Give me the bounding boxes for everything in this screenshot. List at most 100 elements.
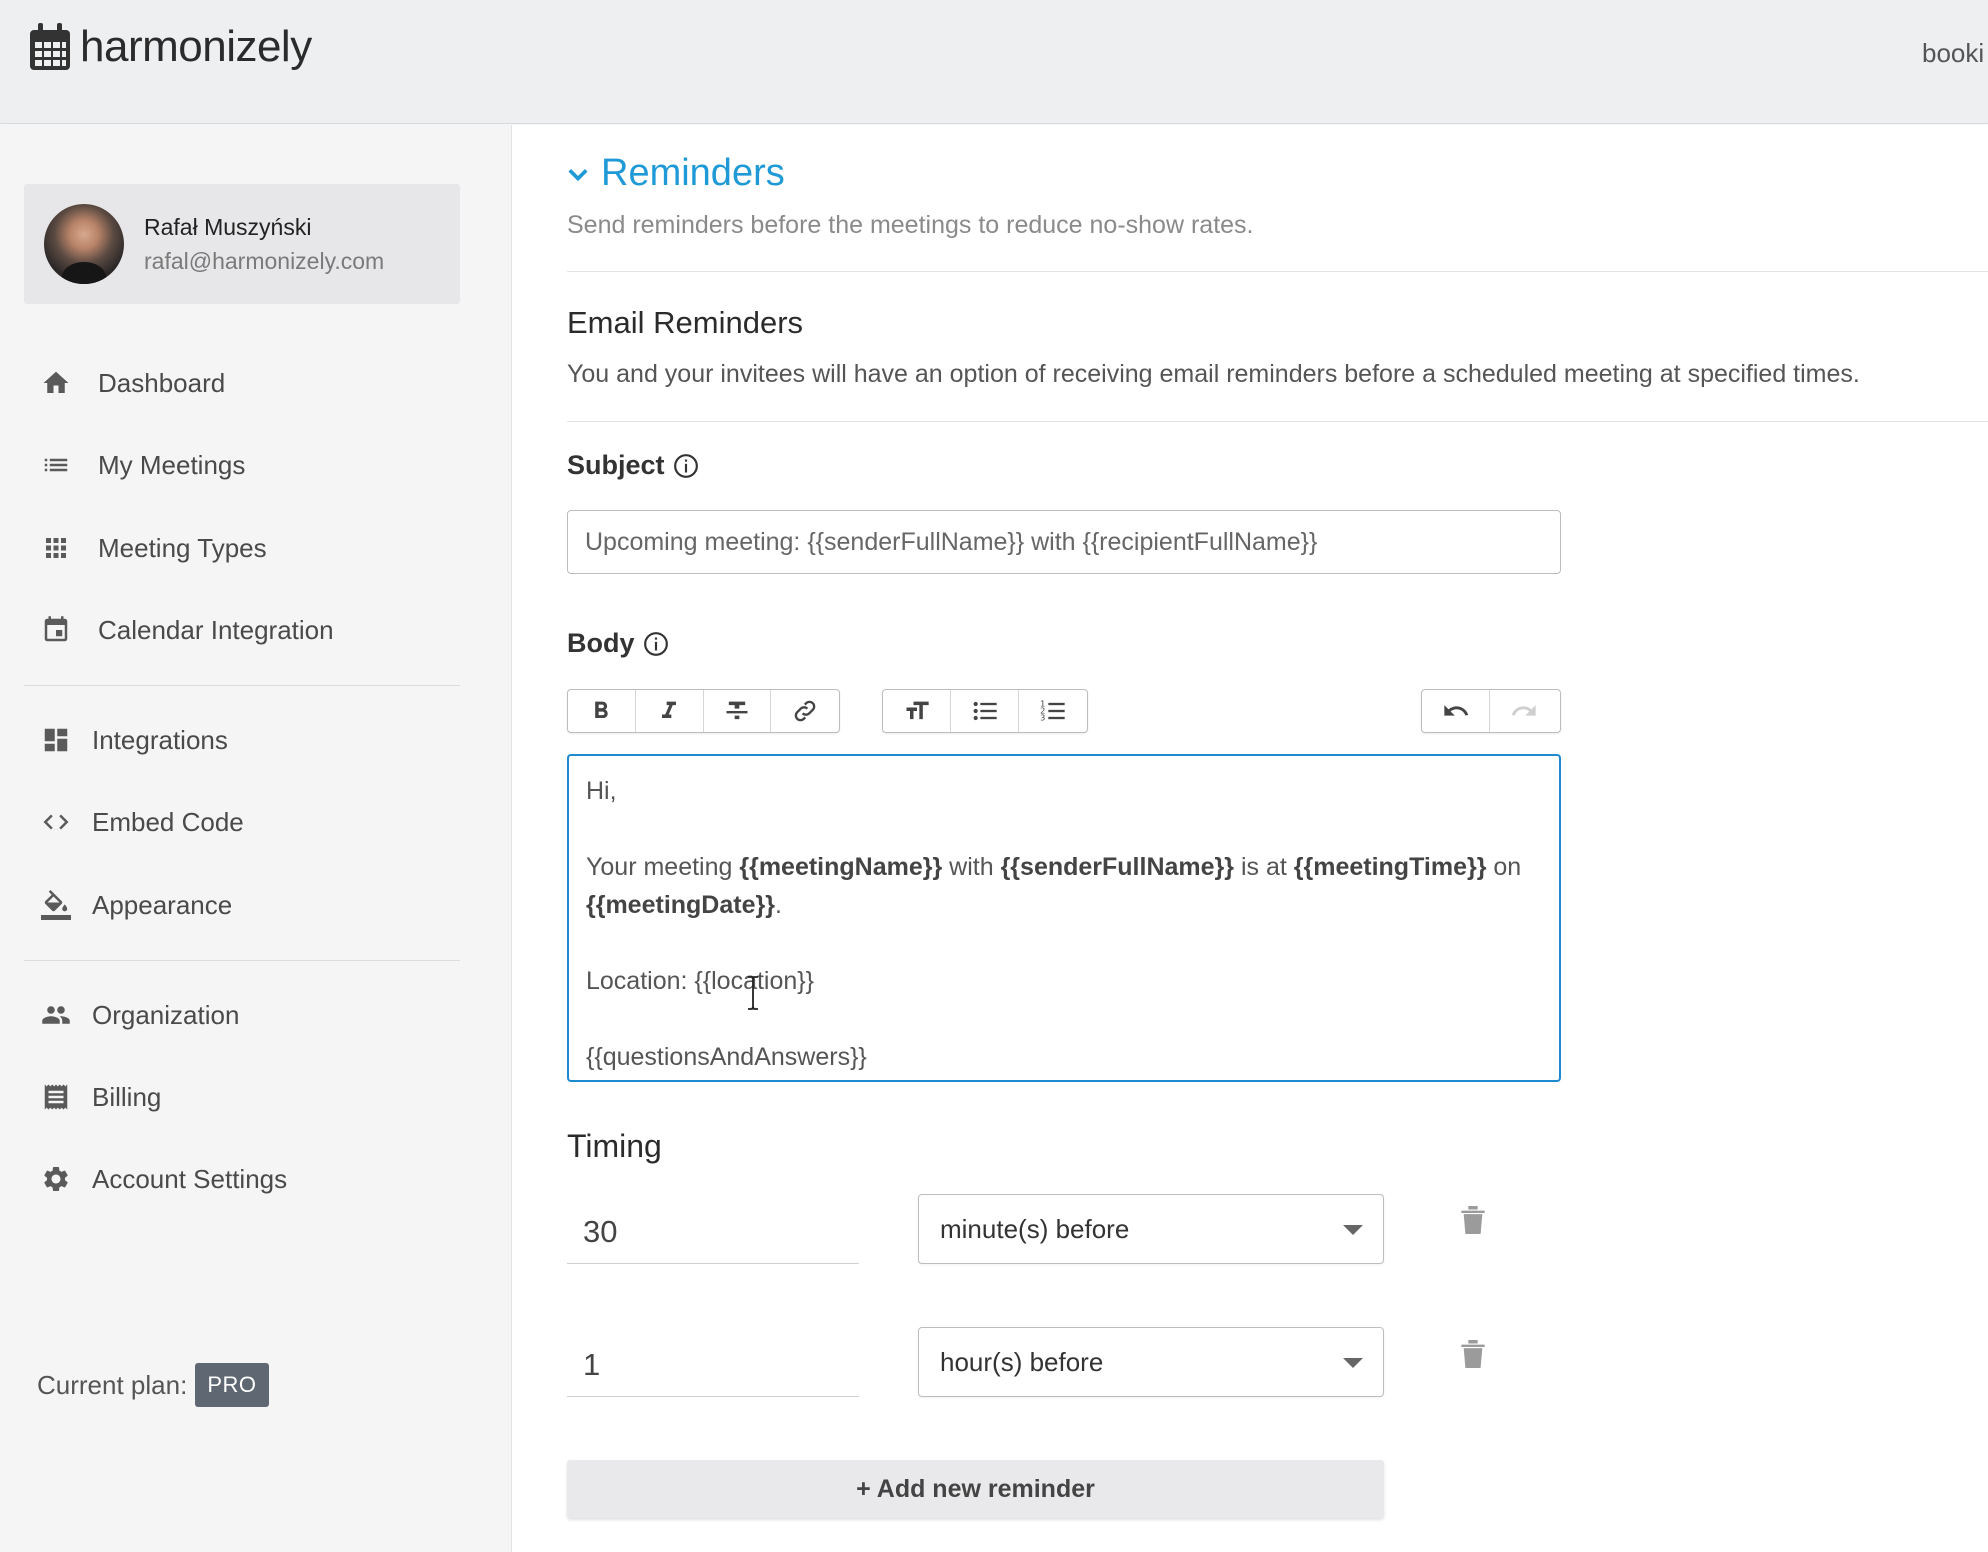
link-button[interactable] <box>771 690 839 732</box>
strikethrough-icon <box>726 701 748 720</box>
current-plan: Current plan: PRO <box>37 1363 269 1407</box>
sidebar-item-label: Account Settings <box>92 1163 288 1194</box>
profile-name: Rafał Muszyński <box>144 214 312 240</box>
sidebar-item-organization[interactable]: Organization <box>0 985 512 1045</box>
bold-button[interactable] <box>568 690 636 732</box>
subject-input[interactable]: Upcoming meeting: {{senderFullName}} wit… <box>567 510 1561 574</box>
editor-variable: {{senderFullName}} <box>1000 853 1235 881</box>
editor-text: . <box>774 891 782 919</box>
history-toolbar <box>1421 689 1561 733</box>
reminder-unit-value: minute(s) before <box>940 1213 1130 1244</box>
reminder-unit-select[interactable]: hour(s) before <box>918 1327 1384 1397</box>
list-icon <box>40 449 72 481</box>
section-description: Send reminders before the meetings to re… <box>567 211 1254 239</box>
chevron-down-icon <box>1343 1358 1363 1368</box>
body-label-text: Body <box>567 628 635 658</box>
redo-icon <box>1511 705 1536 716</box>
timing-title: Timing <box>567 1128 662 1164</box>
dashboard-tiles-icon <box>40 724 72 756</box>
trash-icon <box>1461 1206 1485 1234</box>
add-reminder-button[interactable]: + Add new reminder <box>567 1460 1384 1518</box>
info-icon[interactable] <box>643 631 669 657</box>
sidebar-divider <box>24 685 460 686</box>
sidebar-item-label: Integrations <box>92 724 228 755</box>
delete-reminder-button[interactable] <box>1459 1203 1487 1237</box>
sidebar-item-label: Calendar Integration <box>98 614 334 645</box>
editor-variable: {{meetingName}} <box>739 853 943 881</box>
divider <box>567 421 1988 422</box>
editor-variable: {{meetingTime}} <box>1293 853 1487 881</box>
subject-label: Subject <box>567 450 699 481</box>
receipt-icon <box>40 1081 72 1113</box>
link-icon <box>794 700 816 722</box>
sidebar-item-billing[interactable]: Billing <box>0 1067 512 1127</box>
reminders-section-toggle[interactable]: Reminders <box>567 152 785 195</box>
paint-bucket-icon <box>40 889 72 921</box>
sidebar-item-label: Dashboard <box>98 367 226 398</box>
email-reminders-title: Email Reminders <box>567 305 804 340</box>
info-icon[interactable] <box>673 453 699 479</box>
sidebar-item-appearance[interactable]: Appearance <box>0 875 512 935</box>
reminder-amount-input[interactable]: 30 <box>567 1200 859 1264</box>
sidebar-item-my-meetings[interactable]: My Meetings <box>0 435 512 495</box>
italic-icon <box>662 701 677 718</box>
body-label: Body <box>567 628 669 659</box>
italic-button[interactable] <box>636 690 704 732</box>
editor-variable: {{meetingDate}} <box>586 891 775 919</box>
bold-icon <box>595 701 609 718</box>
sidebar-item-account-settings[interactable]: Account Settings <box>0 1149 512 1209</box>
editor-line: {{questionsAndAnswers}} <box>586 1043 867 1071</box>
svg-text:3: 3 <box>1040 712 1045 722</box>
block-toolbar: 123 <box>882 689 1088 733</box>
sidebar-item-label: Organization <box>92 999 240 1030</box>
sidebar-item-label: Meeting Types <box>98 532 267 563</box>
home-icon <box>40 367 72 399</box>
sidebar-item-integrations[interactable]: Integrations <box>0 710 512 770</box>
editor-line: {{meetingDate}}. <box>586 886 1542 924</box>
main-content: Reminders Send reminders before the meet… <box>513 125 1988 1552</box>
email-reminders-description: You and your invitees will have an optio… <box>567 360 1860 388</box>
editor-text: is at <box>1234 853 1294 881</box>
undo-icon <box>1443 705 1468 716</box>
sidebar-item-meeting-types[interactable]: Meeting Types <box>0 518 512 578</box>
editor-text: on <box>1486 853 1522 881</box>
body-editor[interactable]: Hi, Your meeting {{meetingName}} with {{… <box>567 754 1561 1082</box>
people-icon <box>40 999 72 1031</box>
profile-card[interactable]: Rafał Muszyński rafal@harmonizely.com <box>24 184 460 304</box>
format-toolbar <box>567 689 840 733</box>
numbered-list-button[interactable]: 123 <box>1019 690 1087 732</box>
top-nav-link[interactable]: booki <box>1922 38 1984 69</box>
sidebar-item-embed-code[interactable]: Embed Code <box>0 792 512 852</box>
trash-icon <box>1461 1340 1485 1368</box>
grid-icon <box>40 532 72 564</box>
redo-button[interactable] <box>1490 690 1558 732</box>
gear-icon <box>40 1163 72 1195</box>
profile-email: rafal@harmonizely.com <box>144 248 385 274</box>
section-title: Reminders <box>601 152 785 194</box>
avatar <box>44 204 124 284</box>
editor-line: Hi, <box>586 777 617 805</box>
subject-label-text: Subject <box>567 450 665 480</box>
reminder-amount-input[interactable]: 1 <box>567 1333 859 1397</box>
strikethrough-button[interactable] <box>704 690 772 732</box>
delete-reminder-button[interactable] <box>1459 1337 1487 1371</box>
editor-text: with <box>942 853 1001 881</box>
reminder-unit-select[interactable]: minute(s) before <box>918 1194 1384 1264</box>
sidebar: Rafał Muszyński rafal@harmonizely.com Da… <box>0 125 512 1552</box>
reminder-unit-value: hour(s) before <box>940 1346 1104 1377</box>
editor-text: Your meeting <box>586 853 740 881</box>
undo-button[interactable] <box>1422 690 1490 732</box>
sidebar-item-label: Appearance <box>92 889 233 920</box>
sidebar-item-dashboard[interactable]: Dashboard <box>0 353 512 413</box>
brand-logo[interactable]: harmonizely <box>28 22 312 72</box>
editor-blank-line <box>586 810 1542 848</box>
bullet-list-button[interactable] <box>951 690 1019 732</box>
text-size-icon <box>906 701 929 720</box>
text-size-button[interactable] <box>883 690 951 732</box>
sidebar-item-calendar-integration[interactable]: Calendar Integration <box>0 600 512 660</box>
plan-badge: PRO <box>195 1363 269 1407</box>
sidebar-divider <box>24 960 460 961</box>
chevron-down-icon <box>1343 1225 1363 1235</box>
editor-blank-line <box>586 1000 1542 1038</box>
divider <box>567 271 1988 272</box>
